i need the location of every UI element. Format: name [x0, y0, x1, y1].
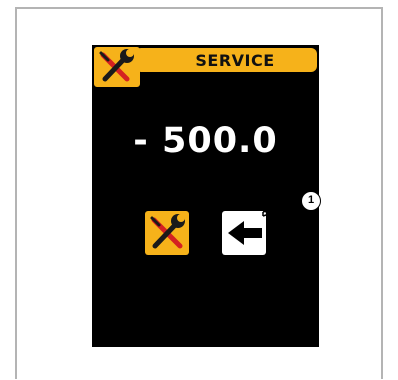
header-title-tab: SERVICE: [137, 48, 317, 72]
wrench-screwdriver-icon: [94, 47, 140, 87]
device-screen: SERVICE - 500.0: [92, 45, 319, 347]
service-button[interactable]: [145, 211, 189, 255]
page-title: SERVICE: [195, 50, 275, 70]
wrench-screwdriver-icon: [150, 214, 185, 249]
header-bar: SERVICE: [92, 45, 319, 87]
value-readout: - 500.0: [133, 121, 278, 161]
callout-number: 1: [301, 191, 321, 211]
back-button[interactable]: [222, 211, 266, 255]
arrow-left-icon: [228, 221, 262, 245]
